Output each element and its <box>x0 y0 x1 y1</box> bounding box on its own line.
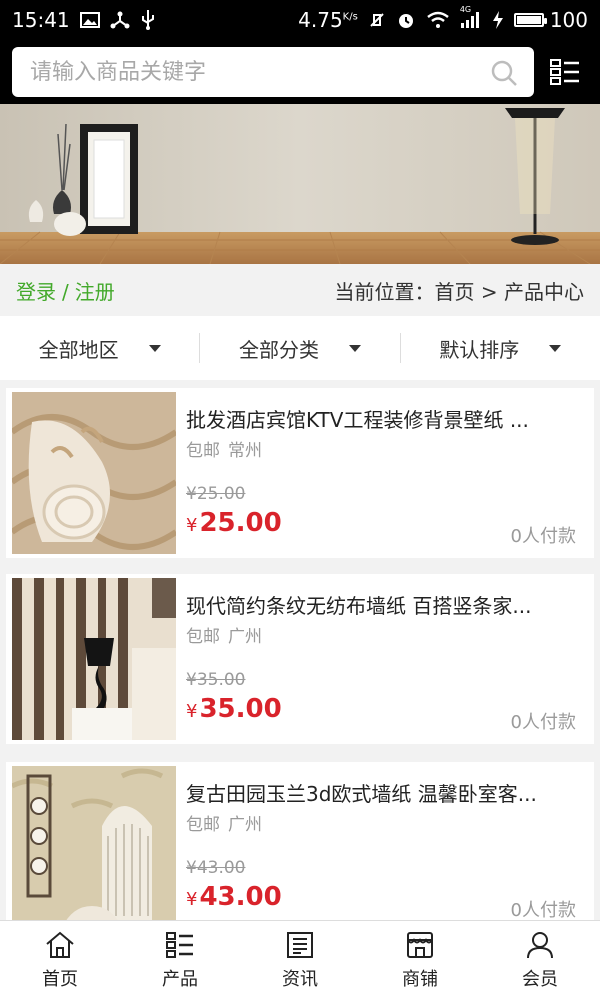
nav-products-label: 产品 <box>162 968 198 990</box>
vibrate-off-icon <box>368 11 386 29</box>
status-time: 15:41 <box>12 8 70 32</box>
nav-news-label: 资讯 <box>282 968 318 990</box>
product-image[interactable] <box>12 392 176 554</box>
battery-indicator: 100 <box>513 8 588 32</box>
buyer-count: 0人付款 <box>510 712 576 733</box>
nav-news[interactable]: 资讯 <box>240 921 360 1000</box>
alarm-icon <box>396 10 416 30</box>
auth-links: 登录 / 注册 <box>16 276 115 305</box>
network-speed: 4.75K/s <box>298 8 358 32</box>
share-icon <box>110 11 130 29</box>
current-price: ¥25.00 <box>186 508 282 538</box>
buyer-count: 0人付款 <box>510 900 576 921</box>
user-icon <box>527 931 553 958</box>
filter-region-label: 全部地区 <box>38 337 119 362</box>
search-input[interactable] <box>28 58 472 86</box>
filter-category[interactable]: 全部分类 <box>199 333 399 363</box>
wifi-icon <box>426 11 450 29</box>
home-icon <box>46 931 74 958</box>
product-city: 广州 <box>228 815 262 835</box>
charging-icon <box>492 11 504 29</box>
nav-home-label: 首页 <box>42 968 78 990</box>
nav-home[interactable]: 首页 <box>0 921 120 1000</box>
filter-region[interactable]: 全部地区 <box>0 333 199 363</box>
filter-sort[interactable]: 默认排序 <box>399 333 600 363</box>
original-price: ¥35.00 <box>186 670 246 690</box>
battery-level: 100 <box>549 8 588 32</box>
current-price: ¥35.00 <box>186 694 282 724</box>
product-card[interactable]: 批发酒店宾馆KTV工程装修背景壁纸 ... 包邮 常州 ¥25.00 ¥25.00… <box>6 388 594 558</box>
filter-sort-label: 默认排序 <box>439 337 520 362</box>
product-title[interactable]: 复古田园玉兰3d欧式墙纸 温馨卧室客... <box>186 778 578 807</box>
original-price: ¥25.00 <box>186 484 246 504</box>
product-meta: 包邮 常州 <box>186 436 262 461</box>
buyer-count: 0人付款 <box>510 526 576 547</box>
search-header <box>0 40 600 104</box>
product-card[interactable]: 复古田园玉兰3d欧式墙纸 温馨卧室客... 包邮 广州 ¥43.00 ¥43.00… <box>6 762 594 932</box>
list-icon <box>166 931 193 958</box>
filter-bar: 全部地区 全部分类 默认排序 <box>0 316 600 380</box>
nav-products[interactable]: 产品 <box>120 921 240 1000</box>
nav-shop[interactable]: 商铺 <box>360 921 480 1000</box>
caret-down-icon <box>549 344 562 352</box>
filter-category-label: 全部分类 <box>238 337 319 362</box>
original-price: ¥43.00 <box>186 858 246 878</box>
login-link[interactable]: 登录 <box>16 280 56 304</box>
news-icon <box>287 931 313 958</box>
product-title[interactable]: 批发酒店宾馆KTV工程装修背景壁纸 ... <box>186 404 578 433</box>
caret-down-icon <box>148 344 161 352</box>
breadcrumb: 当前位置：首页 > 产品中心 <box>334 279 584 304</box>
search-icon[interactable] <box>490 59 518 91</box>
register-link[interactable]: 注册 <box>75 280 115 304</box>
hero-banner[interactable] <box>0 104 600 264</box>
product-meta: 包邮 广州 <box>186 622 262 647</box>
gallery-icon <box>79 12 100 28</box>
location-bar: 登录 / 注册 当前位置：首页 > 产品中心 <box>0 264 600 316</box>
caret-down-icon <box>348 344 361 352</box>
product-card[interactable]: 现代简约条纹无纺布墙纸 百搭竖条家... 包邮 广州 ¥35.00 ¥35.00 … <box>6 574 594 744</box>
category-menu-icon[interactable] <box>550 58 580 86</box>
shipping-tag: 包邮 <box>186 441 220 461</box>
product-image[interactable] <box>12 766 176 928</box>
status-bar: 15:41 4.75K/s 4G 100 <box>0 0 600 40</box>
nav-member[interactable]: 会员 <box>480 921 600 1000</box>
shipping-tag: 包邮 <box>186 815 220 835</box>
product-city: 常州 <box>228 441 262 461</box>
product-image[interactable] <box>12 578 176 740</box>
shop-icon <box>407 931 433 958</box>
search-box[interactable] <box>12 47 534 97</box>
usb-icon <box>140 10 156 30</box>
auth-separator: / <box>62 279 69 304</box>
bottom-nav: 首页 产品 资讯 商铺 会员 <box>0 920 600 1000</box>
product-title[interactable]: 现代简约条纹无纺布墙纸 百搭竖条家... <box>186 590 578 619</box>
cell-signal-icon: 4G <box>460 5 482 29</box>
nav-shop-label: 商铺 <box>402 968 438 990</box>
current-price: ¥43.00 <box>186 882 282 912</box>
nav-member-label: 会员 <box>522 968 558 990</box>
product-city: 广州 <box>228 627 262 647</box>
product-meta: 包邮 广州 <box>186 810 262 835</box>
shipping-tag: 包邮 <box>186 627 220 647</box>
banner-image <box>0 104 600 264</box>
